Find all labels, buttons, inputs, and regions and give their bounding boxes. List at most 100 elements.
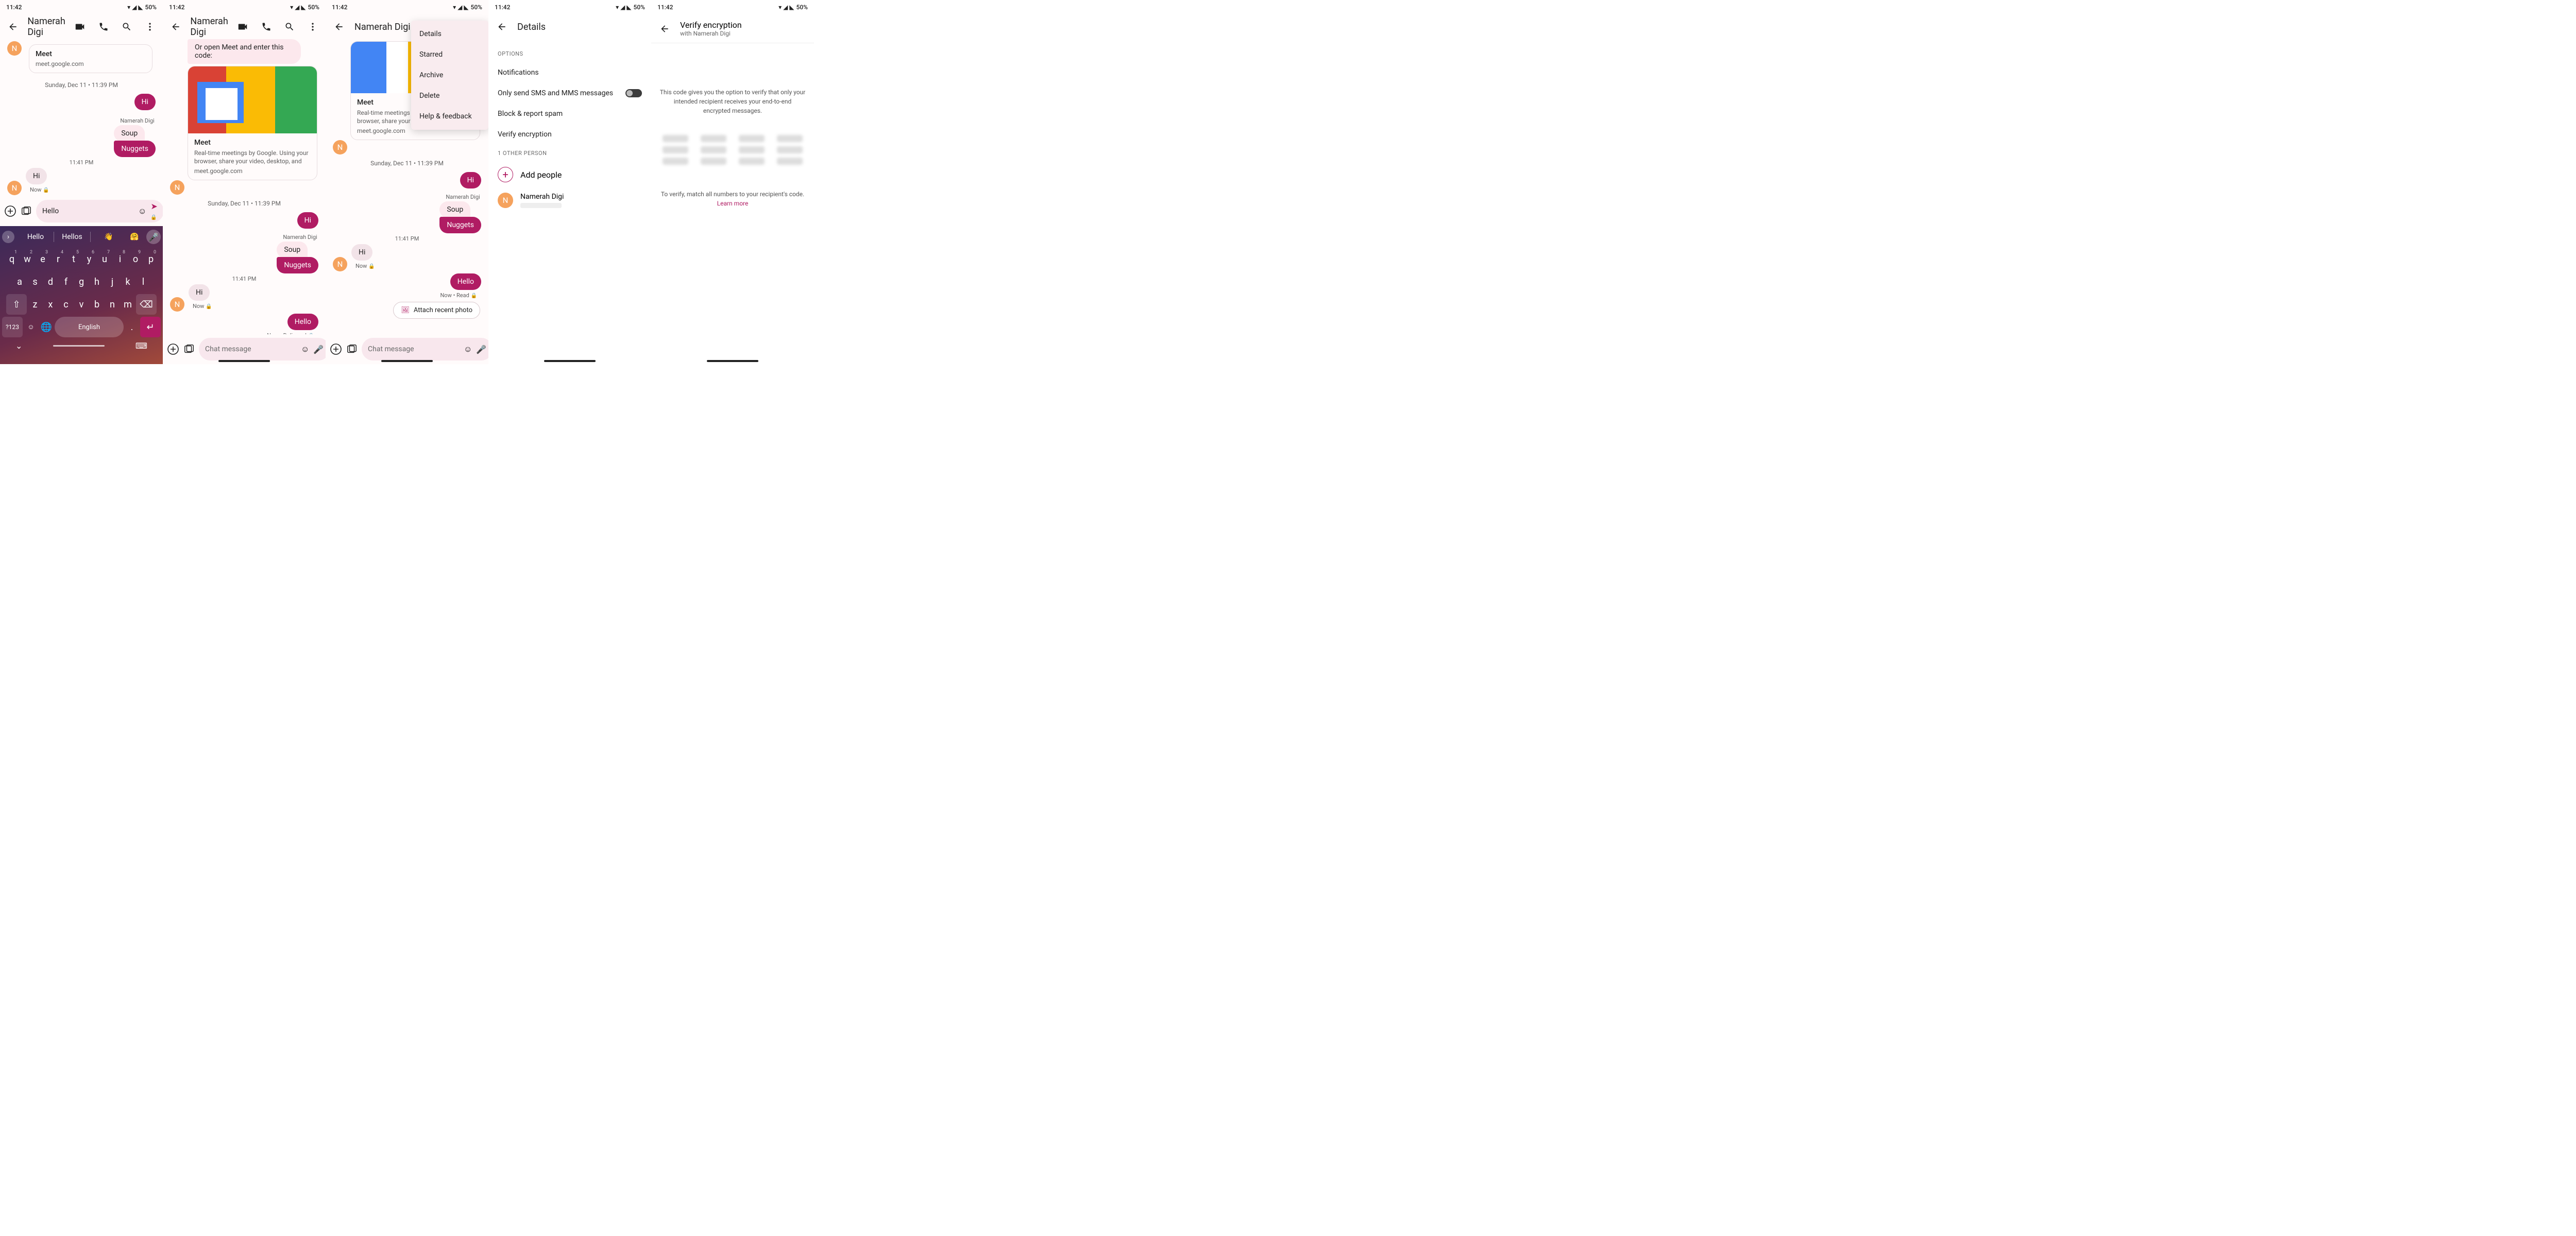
key[interactable]: q1 — [5, 249, 19, 269]
chat-scroll[interactable]: N Meet meet.google.com Sunday, Dec 11 • … — [0, 39, 163, 196]
avatar[interactable]: N — [170, 297, 184, 312]
compose-field[interactable]: ☺ 🎤 — [199, 338, 326, 360]
menu-item-starred[interactable]: Starred — [411, 44, 488, 65]
menu-item-details[interactable]: Details — [411, 24, 488, 44]
backspace-key[interactable]: ⌫ — [136, 294, 157, 315]
back-icon[interactable] — [167, 18, 184, 36]
suggestion-emoji[interactable]: 🤗 — [127, 230, 142, 244]
link-preview-card[interactable]: Meet Real-time meetings by Google. Using… — [188, 66, 317, 180]
compose-input[interactable] — [368, 345, 460, 353]
option-only-sms[interactable]: Only send SMS and MMS messages — [488, 83, 651, 104]
nav-collapse-icon[interactable]: ⌄ — [15, 341, 22, 351]
spacebar[interactable]: English — [55, 317, 124, 337]
add-icon[interactable] — [167, 340, 179, 358]
nav-pill[interactable] — [544, 360, 596, 362]
enter-key[interactable]: ↵ — [140, 317, 161, 337]
option-notifications[interactable]: Notifications — [488, 62, 651, 83]
contact-name[interactable]: Namerah Digi — [190, 16, 228, 38]
key[interactable]: g — [74, 271, 89, 292]
key[interactable]: u7 — [97, 249, 112, 269]
message-out[interactable]: Hello — [450, 273, 481, 290]
mic-icon[interactable]: 🎤 — [313, 345, 324, 354]
send-icon[interactable]: ➤🔒 — [150, 201, 157, 221]
attach-photo-chip[interactable]: 🖼 Attach recent photo — [393, 302, 480, 319]
key[interactable]: w2 — [20, 249, 35, 269]
gallery-icon[interactable] — [183, 340, 195, 358]
search-icon[interactable] — [118, 18, 135, 36]
key[interactable]: s — [28, 271, 42, 292]
contact-name[interactable]: Namerah Digi — [27, 16, 65, 38]
add-people-row[interactable]: + Add people — [488, 162, 651, 187]
suggestion[interactable]: Hellos — [58, 230, 86, 244]
menu-item-help[interactable]: Help & feedback — [411, 106, 488, 127]
nav-pill[interactable] — [381, 360, 433, 362]
message-in[interactable]: Hi — [351, 244, 372, 261]
avatar[interactable]: N — [7, 181, 22, 195]
key[interactable]: y6 — [82, 249, 96, 269]
message-out[interactable]: Hi — [134, 94, 156, 110]
message-quoted[interactable]: Soup — [439, 201, 470, 218]
nav-pill[interactable] — [53, 345, 105, 347]
globe-key[interactable]: 🌐 — [39, 317, 54, 337]
message-quoted[interactable]: Soup — [114, 125, 145, 142]
compose-input[interactable] — [205, 345, 297, 353]
avatar[interactable]: N — [170, 180, 184, 195]
emoji-key[interactable]: ☺ — [24, 317, 38, 337]
gallery-icon[interactable] — [346, 340, 358, 358]
option-block-spam[interactable]: Block & report spam — [488, 104, 651, 124]
menu-item-archive[interactable]: Archive — [411, 65, 488, 85]
overflow-icon[interactable] — [304, 18, 321, 36]
compose-input[interactable] — [42, 207, 134, 215]
call-icon[interactable] — [95, 18, 112, 36]
emoji-icon[interactable]: ☺ — [464, 344, 472, 354]
key[interactable]: j — [105, 271, 120, 292]
nav-pill[interactable] — [707, 360, 758, 362]
kbd-switch-icon[interactable]: ⌨ — [135, 341, 147, 351]
search-icon[interactable] — [281, 18, 298, 36]
key[interactable]: d — [43, 271, 58, 292]
key[interactable]: v — [74, 294, 89, 315]
message-out[interactable]: Hi — [297, 212, 318, 229]
call-icon[interactable] — [258, 18, 275, 36]
symbols-key[interactable]: ?123 — [2, 317, 23, 337]
message-out-reply[interactable]: Nuggets — [114, 141, 156, 157]
message-out-reply[interactable]: Nuggets — [439, 217, 481, 233]
message-out[interactable]: Hello — [287, 314, 318, 330]
key[interactable]: n — [105, 294, 120, 315]
key[interactable]: c — [59, 294, 73, 315]
key[interactable]: o9 — [128, 249, 143, 269]
compose-field[interactable]: ☺ ➤🔒 — [36, 200, 163, 222]
avatar[interactable]: N — [7, 41, 22, 56]
key[interactable]: a — [12, 271, 27, 292]
menu-item-delete[interactable]: Delete — [411, 85, 488, 106]
key[interactable]: f — [59, 271, 73, 292]
key[interactable]: i8 — [113, 249, 127, 269]
back-icon[interactable] — [4, 18, 21, 36]
key[interactable]: z — [28, 294, 42, 315]
emoji-icon[interactable]: ☺ — [138, 206, 146, 216]
key[interactable]: e3 — [36, 249, 50, 269]
avatar[interactable]: N — [333, 257, 347, 271]
message-in[interactable]: Hi — [189, 284, 210, 301]
message-out[interactable]: Hi — [460, 172, 481, 188]
kbd-expand-icon[interactable]: › — [2, 231, 14, 243]
mic-icon[interactable]: 🎤 — [476, 345, 486, 354]
videocall-icon[interactable] — [72, 18, 89, 36]
key[interactable]: x — [43, 294, 58, 315]
avatar[interactable]: N — [333, 140, 347, 154]
gallery-icon[interactable] — [21, 202, 32, 220]
link-preview-card[interactable]: Meet meet.google.com — [29, 44, 152, 73]
message-quoted[interactable]: Soup — [277, 242, 308, 258]
videocall-icon[interactable] — [234, 18, 251, 36]
message-in[interactable]: Hi — [26, 168, 47, 184]
overflow-icon[interactable] — [142, 18, 159, 36]
person-row[interactable]: N Namerah Digi — [488, 187, 651, 213]
key[interactable]: p0 — [144, 249, 158, 269]
keyboard[interactable]: › Hello Hellos 👋 🤗 🎤 q1 w2 e3 r4 t5 y6 u… — [0, 226, 163, 364]
message-in-text[interactable]: Or open Meet and enter this code: — [188, 39, 301, 64]
toggle-switch[interactable] — [625, 89, 642, 97]
key[interactable]: b — [90, 294, 104, 315]
suggestion-emoji[interactable]: 👋 — [95, 230, 123, 244]
nav-pill[interactable] — [218, 360, 270, 362]
learn-more-link[interactable]: Learn more — [659, 199, 806, 208]
